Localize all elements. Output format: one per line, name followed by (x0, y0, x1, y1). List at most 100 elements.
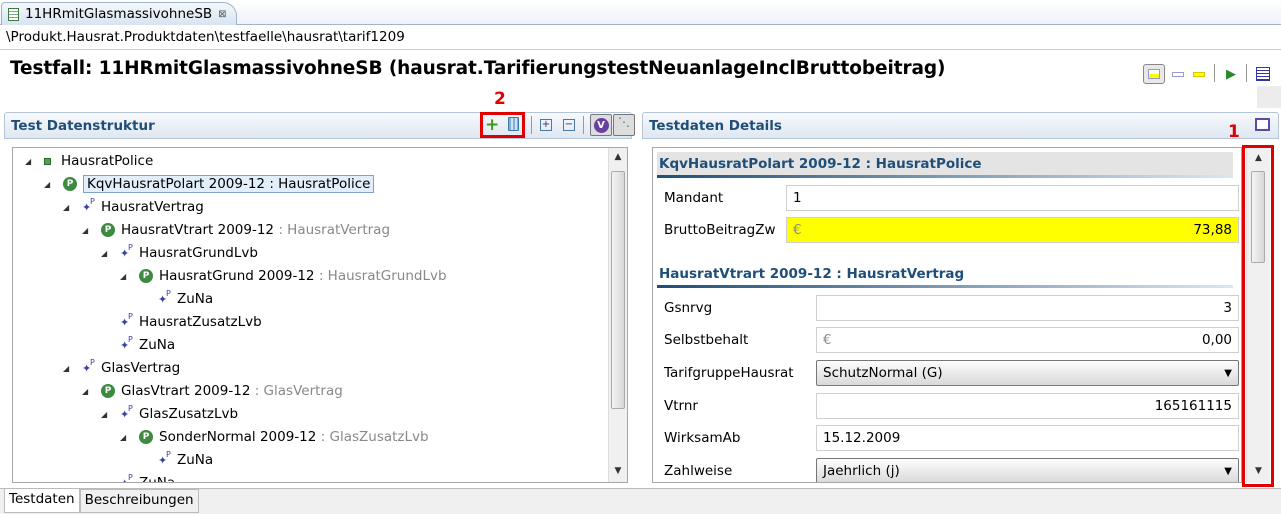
field-value: 15.12.2009 (823, 430, 901, 446)
expand-toggle-icon[interactable]: ◢ (63, 203, 73, 212)
dropdown-arrow-icon: ▼ (1224, 367, 1232, 379)
select-value: Jaehrlich (j) (823, 463, 900, 479)
expand-toggle-icon[interactable]: ◢ (120, 433, 130, 442)
toolbar-separator (531, 116, 532, 134)
link-icon: ✦ P (158, 449, 171, 467)
expand-toggle-icon[interactable]: ◢ (101, 249, 111, 258)
run-test-button[interactable]: ▶ (1221, 64, 1241, 84)
zahlweise-select[interactable]: Jaehrlich (j) ▼ (816, 458, 1239, 482)
tarifgruppehausrat-select[interactable]: SchutzNormal (G) ▼ (816, 360, 1239, 386)
item-type: : HausratVertrag (274, 222, 391, 238)
tree-item[interactable]: ◢ ✦ P HausratVertrag (63, 196, 204, 218)
expand-toggle-icon[interactable]: ◢ (44, 180, 54, 189)
link-icon: ✦ P (158, 288, 171, 306)
expand-toggle-icon[interactable]: ◢ (25, 157, 35, 166)
delete-button[interactable] (508, 117, 519, 131)
scroll-up-icon[interactable]: ▲ (609, 152, 627, 162)
tree-item-label: HausratGrund 2009-12 : HausratGrundLvb (159, 268, 447, 284)
vtrnr-field[interactable]: 165161115 (816, 393, 1239, 419)
item-type: : GlasZusatzLvb (316, 429, 429, 445)
tree-item[interactable]: ✦ P ZuNa (101, 334, 175, 356)
scroll-down-icon[interactable]: ▼ (609, 466, 627, 476)
collapse-all-button[interactable]: − (563, 119, 575, 131)
tree-item[interactable]: ◢ P GlasVtrart 2009-12 : GlasVertrag (82, 380, 343, 402)
item-name: KqvHausratPolart 2009-12 : HausratPolice (87, 176, 371, 192)
selbstbehalt-field[interactable]: €0,00 (816, 327, 1239, 353)
field-label: Gsnrvg (664, 300, 713, 316)
wirksamab-field[interactable]: 15.12.2009 (816, 425, 1239, 451)
link-icon: ✦ P (120, 403, 133, 421)
bruttobeitragzw-field[interactable]: €73,88 (786, 217, 1239, 243)
divider (0, 49, 1281, 50)
item-name: GlasZusatzLvb (139, 406, 239, 422)
expand-toggle-icon[interactable]: ◢ (120, 272, 130, 281)
tree-item[interactable]: ✦ P ZuNa (101, 472, 175, 483)
field-value: 3 (1223, 300, 1232, 316)
item-name: ZuNa (139, 475, 176, 483)
details-form: KqvHausratPolart 2009-12 : HausratPolice… (652, 147, 1242, 483)
show-empty-button[interactable] (1170, 64, 1186, 84)
link-icon: ✦ P (120, 334, 133, 352)
mandant-field[interactable]: 1 (786, 185, 1239, 211)
tab-testdaten[interactable]: Testdaten (4, 489, 80, 513)
tree-item[interactable]: ◢ ✦ P GlasVertrag (63, 357, 180, 379)
item-name: HausratVertrag (101, 199, 204, 215)
expand-icon: + (541, 119, 551, 130)
tree-item-label: ZuNa (139, 337, 175, 353)
layout-toggle-button[interactable] (1143, 64, 1165, 84)
layout-button[interactable] (1255, 118, 1270, 131)
testdaten-details-header: Testdaten Details (642, 112, 1279, 139)
breadcrumb: \Produkt.Hausrat.Produktdaten\testfaelle… (6, 29, 405, 45)
product-icon: P (101, 384, 115, 398)
highlight-field-icon (1193, 71, 1205, 77)
document-icon (8, 7, 19, 21)
tree-item[interactable]: ✦ P ZuNa (139, 288, 213, 310)
scroll-thumb[interactable] (611, 171, 625, 409)
tree-item-label: GlasZusatzLvb (139, 406, 238, 422)
expand-toggle-icon[interactable]: ◢ (63, 364, 73, 373)
field-label: Mandant (664, 190, 724, 206)
gsnrvg-field[interactable]: 3 (816, 295, 1239, 321)
field-label: Vtrnr (664, 398, 698, 414)
page-title: Testfall: 11HRmitGlasmassivohneSB (hausr… (10, 58, 946, 79)
run-test-icon: ▶ (1226, 66, 1236, 82)
item-type: : GlasVertrag (250, 383, 343, 399)
show-highlight-button[interactable] (1191, 64, 1207, 84)
item-type: : HausratGrundLvb (314, 268, 447, 284)
layout-icon (1148, 69, 1160, 79)
tree-item[interactable]: ◢ ✦ P HausratGrundLvb (101, 242, 258, 264)
link-icon: ✦ P (120, 472, 133, 483)
field-value: 165161115 (1154, 398, 1232, 414)
expand-toggle-icon[interactable]: ◢ (82, 226, 92, 235)
panel-title: Test Datenstruktur (11, 117, 155, 134)
tree-item[interactable]: ◢ ✦ P GlasZusatzLvb (101, 403, 238, 425)
toolbar-separator (1214, 64, 1215, 82)
tree-item[interactable]: ◢ P HausratGrund 2009-12 : HausratGrundLvb (120, 265, 447, 287)
tree-scrollbar[interactable]: ▲ ▼ (608, 148, 627, 482)
field-value: 1 (793, 190, 802, 206)
tree-item[interactable]: ◢ P KqvHausratPolart 2009-12 : HausratPoli… (44, 173, 375, 195)
open-editor-button[interactable] (1253, 64, 1273, 84)
expand-toggle-icon[interactable]: ◢ (82, 387, 92, 396)
structure-button[interactable]: ⋱ (613, 114, 635, 136)
tree-item[interactable]: ✦ P HausratZusatzLvb (101, 311, 262, 333)
expand-toggle-icon[interactable]: ◢ (101, 410, 111, 419)
tree-item[interactable]: ◢ HausratPolice (25, 150, 153, 172)
item-name: HausratZusatzLvb (139, 314, 262, 330)
item-name: ZuNa (139, 337, 176, 353)
filter-values-button[interactable]: V (590, 114, 612, 136)
tab-beschreibungen[interactable]: Beschreibungen (79, 489, 199, 513)
link-icon: ✦ P (82, 357, 95, 375)
field-label: Selbstbehalt (664, 332, 749, 348)
tree-item[interactable]: ✦ P ZuNa (139, 449, 213, 471)
add-button[interactable]: + (485, 115, 499, 135)
close-icon[interactable]: ⊠ (218, 9, 226, 20)
annotation-2: 2 (494, 89, 506, 109)
item-name: HausratPolice (61, 153, 154, 169)
expand-all-button[interactable]: + (540, 119, 552, 131)
link-icon: ✦ P (120, 242, 133, 260)
tree-item[interactable]: ◢ P SonderNormal 2009-12 : GlasZusatzLvb (120, 426, 429, 448)
tree-item-label: GlasVtrart 2009-12 : GlasVertrag (121, 383, 343, 399)
tree-item[interactable]: ◢ P HausratVtrart 2009-12 : HausratVertrag (82, 219, 390, 241)
editor-tab[interactable]: 11HRmitGlasmassivohneSB ⊠ (1, 2, 237, 25)
